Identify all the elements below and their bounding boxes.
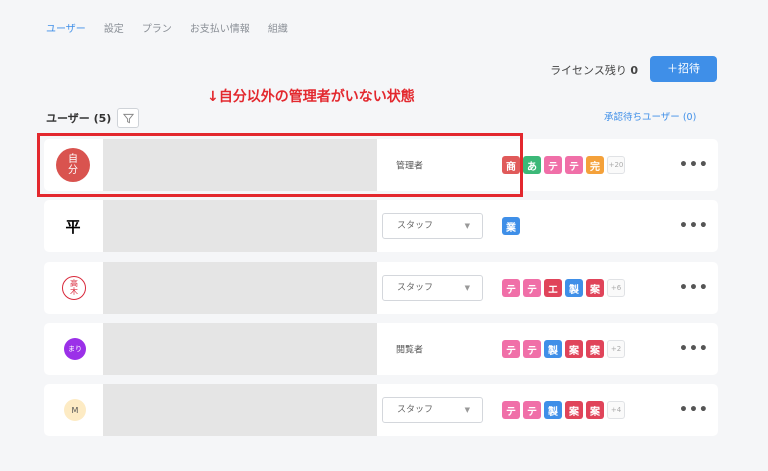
- more-groups-count[interactable]: +4: [607, 401, 625, 419]
- group-tag[interactable]: テ: [523, 279, 541, 297]
- group-tags: テ テ 製 案 案 +2: [502, 340, 625, 358]
- more-groups-count[interactable]: +2: [607, 340, 625, 358]
- avatar: 平: [56, 209, 90, 243]
- group-tag[interactable]: テ: [502, 279, 520, 297]
- users-header: ユーザー (5): [46, 108, 140, 128]
- group-tag[interactable]: テ: [523, 401, 541, 419]
- role-select-value: スタッフ: [397, 283, 434, 293]
- users-count-label: ユーザー (5): [46, 112, 112, 125]
- group-tag[interactable]: 案: [565, 340, 583, 358]
- chevron-down-icon: ▼: [464, 284, 470, 292]
- tab-organization[interactable]: 組織: [268, 20, 288, 35]
- group-tag[interactable]: 商: [502, 156, 520, 174]
- group-tag[interactable]: テ: [502, 340, 520, 358]
- tab-users[interactable]: ユーザー: [46, 20, 86, 35]
- avatar-line-2: 分: [68, 165, 78, 176]
- group-tags: 業: [502, 217, 520, 235]
- avatar-line-2: 木: [70, 287, 78, 296]
- group-tag[interactable]: 製: [544, 340, 562, 358]
- group-tag[interactable]: 業: [502, 217, 520, 235]
- row-menu-button[interactable]: •••: [679, 280, 709, 296]
- user-info-redacted: [103, 384, 377, 436]
- group-tags: 商 あ テ テ 完 +20: [502, 156, 625, 174]
- group-tag[interactable]: 案: [586, 279, 604, 297]
- group-tag[interactable]: テ: [565, 156, 583, 174]
- row-menu-button[interactable]: •••: [679, 157, 709, 173]
- avatar-seal: 高 木: [62, 276, 86, 300]
- row-menu-button[interactable]: •••: [679, 402, 709, 418]
- user-info-redacted: [103, 323, 377, 375]
- group-tag[interactable]: テ: [502, 401, 520, 419]
- user-info-redacted: [103, 200, 377, 252]
- user-row: 平 スタッフ ▼ 業 •••: [44, 200, 718, 252]
- group-tag[interactable]: 製: [544, 401, 562, 419]
- group-tags: テ テ エ 製 案 +6: [502, 279, 625, 297]
- role-select-value: スタッフ: [397, 405, 434, 415]
- row-menu-button[interactable]: •••: [679, 218, 709, 234]
- group-tag[interactable]: テ: [544, 156, 562, 174]
- user-row: まり 閲覧者 テ テ 製 案 案 +2 •••: [44, 323, 718, 375]
- role-select-value: スタッフ: [397, 221, 434, 231]
- chevron-down-icon: ▼: [464, 222, 470, 230]
- more-groups-count[interactable]: +20: [607, 156, 625, 174]
- invite-button[interactable]: ＋招待: [650, 56, 717, 82]
- tab-plan[interactable]: プラン: [142, 20, 172, 35]
- group-tag[interactable]: エ: [544, 279, 562, 297]
- role-text: 管理者: [396, 161, 424, 172]
- filter-button[interactable]: [117, 108, 140, 128]
- license-remaining: ライセンス残り 0: [550, 62, 638, 78]
- user-info-redacted: [103, 262, 377, 314]
- avatar: 自 分: [56, 148, 90, 182]
- avatar: M: [64, 399, 86, 421]
- role-text: 閲覧者: [396, 345, 424, 356]
- row-menu-button[interactable]: •••: [679, 341, 709, 357]
- license-count: 0: [630, 64, 638, 77]
- more-groups-count[interactable]: +6: [607, 279, 625, 297]
- user-row: 高 木 スタッフ ▼ テ テ エ 製 案 +6 •••: [44, 262, 718, 314]
- user-row: 自 分 管理者 商 あ テ テ 完 +20 •••: [44, 139, 718, 191]
- license-label: ライセンス残り: [550, 64, 627, 77]
- group-tag[interactable]: 完: [586, 156, 604, 174]
- group-tag[interactable]: 案: [565, 401, 583, 419]
- chevron-down-icon: ▼: [464, 406, 470, 414]
- role-select[interactable]: スタッフ ▼: [382, 213, 483, 239]
- group-tag[interactable]: テ: [523, 340, 541, 358]
- nav-tabs: ユーザー 設定 プラン お支払い情報 組織: [46, 20, 288, 35]
- user-row: M スタッフ ▼ テ テ 製 案 案 +4 •••: [44, 384, 718, 436]
- avatar: まり: [64, 338, 86, 360]
- tab-billing[interactable]: お支払い情報: [190, 20, 250, 35]
- group-tag[interactable]: 案: [586, 401, 604, 419]
- annotation-text: ↓自分以外の管理者がいない状態: [207, 89, 415, 105]
- group-tag[interactable]: 案: [586, 340, 604, 358]
- role-select[interactable]: スタッフ ▼: [382, 275, 483, 301]
- group-tags: テ テ 製 案 案 +4: [502, 401, 625, 419]
- filter-icon: [122, 113, 134, 123]
- avatar-line-1: 自: [68, 154, 78, 165]
- pending-users-link[interactable]: 承認待ちユーザー (0): [604, 109, 696, 123]
- group-tag[interactable]: あ: [523, 156, 541, 174]
- role-select[interactable]: スタッフ ▼: [382, 397, 483, 423]
- user-info-redacted: [103, 139, 377, 191]
- tab-settings[interactable]: 設定: [104, 20, 124, 35]
- group-tag[interactable]: 製: [565, 279, 583, 297]
